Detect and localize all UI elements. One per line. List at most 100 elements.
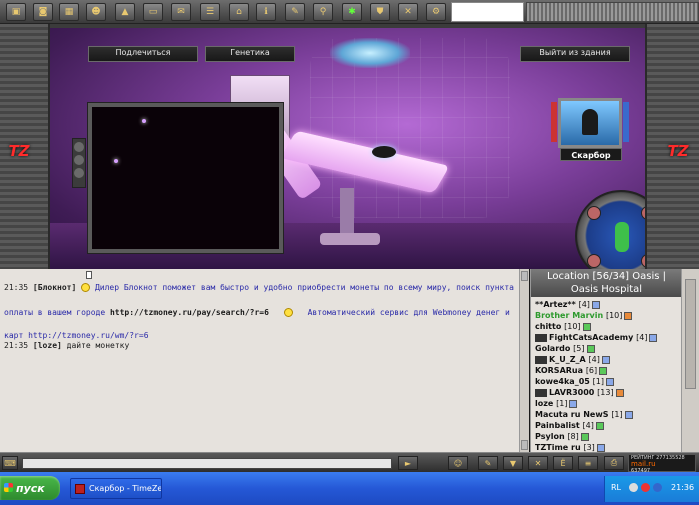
power-icon[interactable]: [74, 142, 84, 152]
player-row[interactable]: Golardo [5]: [535, 343, 595, 354]
player-row[interactable]: loze [1]: [535, 398, 578, 409]
map-icon[interactable]: ▦: [59, 3, 79, 21]
navigation-compass[interactable]: [575, 190, 645, 269]
player-info-icon[interactable]: [591, 300, 600, 309]
player-info-icon[interactable]: [595, 421, 604, 430]
scroll-up-arrow[interactable]: [521, 271, 528, 281]
shield-icon[interactable]: ⛊: [370, 3, 390, 21]
fly-creature[interactable]: [372, 146, 396, 158]
chat-input[interactable]: [22, 458, 392, 469]
group-icon[interactable]: ☻: [86, 3, 106, 21]
network-icon[interactable]: [653, 483, 662, 492]
player-info-icon[interactable]: [649, 333, 658, 342]
player-row[interactable]: K_U_Z_A [4]: [535, 354, 610, 365]
player-name[interactable]: Golardo: [535, 344, 570, 353]
player-list-scrollbar[interactable]: [681, 269, 699, 452]
player-name[interactable]: loze: [535, 399, 553, 408]
clear-icon[interactable]: ✕: [528, 456, 548, 470]
tools-icon[interactable]: ✎: [285, 3, 305, 21]
player-name[interactable]: FightCatsAcademy: [549, 333, 633, 342]
player-name[interactable]: Macuta ru NewS: [535, 410, 609, 419]
mail-icon[interactable]: ✉: [171, 3, 191, 21]
chat-nick[interactable]: [Блокнот]: [33, 283, 76, 292]
crossed-tools-icon[interactable]: ✕: [398, 3, 418, 21]
bug-icon[interactable]: ✱: [342, 3, 362, 21]
start-button[interactable]: пуск: [0, 476, 60, 500]
translit-icon[interactable]: Ё: [553, 456, 573, 470]
avatar[interactable]: [558, 98, 622, 148]
player-row[interactable]: LAVR3000 [13]: [535, 387, 624, 398]
player-info-icon[interactable]: [605, 377, 614, 386]
player-info-icon[interactable]: [599, 366, 608, 375]
compass-knob-sw[interactable]: [587, 254, 601, 268]
player-row[interactable]: Psylon [8]: [535, 431, 589, 442]
chat-link[interactable]: http://tzmoney.ru/wm/?r=6: [28, 331, 148, 340]
player-row[interactable]: chitto [10]: [535, 321, 591, 332]
language-indicator[interactable]: RL: [611, 483, 621, 492]
smile-icon[interactable]: ☺: [448, 456, 468, 470]
player-info-icon[interactable]: [624, 410, 633, 419]
chat-log[interactable]: 21:35 [Блокнот] Дилер Блокнот поможет ва…: [0, 269, 520, 452]
player-row[interactable]: FightCatsAcademy [4]: [535, 332, 658, 343]
notes-icon[interactable]: ☰: [200, 3, 220, 21]
player-info-icon[interactable]: [624, 311, 633, 320]
player-info-icon[interactable]: [586, 344, 595, 353]
player-name[interactable]: K_U_Z_A: [549, 355, 586, 364]
exit-building-button[interactable]: Выйти из здания: [520, 46, 630, 62]
coin-icon: [81, 283, 91, 292]
player-row[interactable]: **Artez** [4]: [535, 299, 600, 310]
player-row[interactable]: Macuta ru NewS [1]: [535, 409, 633, 420]
compass-knob-se[interactable]: [641, 254, 645, 268]
player-row[interactable]: KORSARua [6]: [535, 365, 608, 376]
player-name[interactable]: Brother Marvin: [535, 311, 603, 320]
filter-icon[interactable]: ▼: [503, 456, 523, 470]
antivirus-icon[interactable]: [641, 483, 650, 492]
player-name[interactable]: Painbalist: [535, 421, 580, 430]
chat-link[interactable]: http://tzmoney.ru/pay/search/?r=6: [110, 308, 269, 317]
scroll-down-arrow[interactable]: [521, 440, 528, 450]
taskbar-item-game[interactable]: Скарбор - TimeZer...: [70, 478, 162, 499]
player-row[interactable]: Painbalist [4]: [535, 420, 604, 431]
house-icon[interactable]: ⌂: [229, 3, 249, 21]
player-info-icon[interactable]: [569, 399, 578, 408]
chat-mode-icon[interactable]: ⌨: [2, 456, 18, 470]
monitor-icon[interactable]: ▭: [143, 3, 163, 21]
rating-counter[interactable]: РЕЙТИНГ 277135528 mail.ru 637497 28539: [628, 454, 696, 480]
player-row[interactable]: TZTime ru [3]: [535, 442, 605, 452]
bag-icon[interactable]: ◙: [33, 3, 53, 21]
chat-scrollbar[interactable]: [519, 269, 529, 452]
settings-icon[interactable]: ⚙: [426, 3, 446, 21]
search-icon[interactable]: ⚲: [313, 3, 333, 21]
toggle-icon[interactable]: [74, 155, 84, 165]
light-icon[interactable]: [74, 168, 84, 178]
player-name[interactable]: KORSARua: [535, 366, 583, 375]
compass-knob-nw[interactable]: [587, 206, 601, 220]
player-row[interactable]: kowe4ka_05 [1]: [535, 376, 614, 387]
chat-nick[interactable]: [loze]: [33, 341, 62, 350]
brush-icon[interactable]: ✎: [478, 456, 498, 470]
heal-button[interactable]: Подлечиться: [88, 46, 198, 62]
info-icon[interactable]: ℹ: [256, 3, 276, 21]
player-info-icon[interactable]: [601, 355, 610, 364]
player-row[interactable]: Brother Marvin [10]: [535, 310, 633, 321]
compass-knob-ne[interactable]: [641, 206, 645, 220]
genetics-button[interactable]: Генетика: [205, 46, 295, 62]
scroll-thumb[interactable]: [685, 279, 696, 389]
tray-icon[interactable]: [629, 483, 638, 492]
player-name[interactable]: **Artez**: [535, 300, 576, 309]
game-window-icon: [75, 484, 85, 494]
send-icon[interactable]: ►: [398, 456, 418, 470]
player-info-icon[interactable]: [596, 443, 605, 452]
player-name[interactable]: chitto: [535, 322, 561, 331]
log-icon[interactable]: ⎙: [604, 456, 624, 470]
player-info-icon[interactable]: [580, 432, 589, 441]
list-icon[interactable]: ≡: [578, 456, 598, 470]
player-name[interactable]: Psylon: [535, 432, 565, 441]
player-name[interactable]: kowe4ka_05: [535, 377, 590, 386]
player-info-icon[interactable]: [615, 388, 624, 397]
player-name[interactable]: LAVR3000: [549, 388, 594, 397]
skills-icon[interactable]: ▲: [115, 3, 135, 21]
chest-icon[interactable]: ▣: [6, 3, 26, 21]
player-name[interactable]: TZTime ru: [535, 443, 581, 452]
player-info-icon[interactable]: [582, 322, 591, 331]
